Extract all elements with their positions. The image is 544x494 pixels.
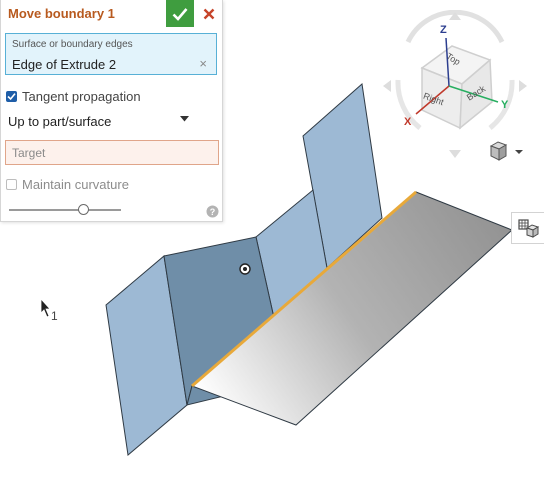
- check-icon: [172, 7, 188, 21]
- chevron-down-icon: [515, 150, 523, 154]
- display-mode-icon: [489, 141, 523, 161]
- target-field[interactable]: Target: [5, 140, 219, 165]
- end-type-value: Up to part/surface: [8, 114, 112, 129]
- svg-text:?: ?: [210, 207, 216, 217]
- close-icon: [203, 8, 215, 19]
- selection-field[interactable]: Surface or boundary edges Edge of Extrud…: [5, 33, 217, 75]
- slider-track: [9, 209, 121, 211]
- mouse-pointer-icon: [40, 297, 51, 318]
- tangent-propagation-label: Tangent propagation: [22, 88, 141, 104]
- move-boundary-dialog: Move boundary 1 Surface or boundary edge…: [0, 0, 223, 222]
- slider-thumb[interactable]: [78, 204, 89, 215]
- tangent-propagation-row[interactable]: Tangent propagation: [6, 88, 141, 104]
- view-tools-button[interactable]: [511, 212, 544, 244]
- dialog-title: Move boundary 1: [8, 6, 115, 21]
- view-cube[interactable]: Z X Y Top Right Back: [380, 9, 530, 160]
- dialog-header: Move boundary 1: [1, 0, 222, 27]
- curvature-slider[interactable]: [9, 203, 123, 217]
- chevron-down-icon: [180, 116, 189, 122]
- maintain-curvature-checkbox[interactable]: [6, 178, 17, 190]
- help-icon[interactable]: ?: [206, 205, 219, 218]
- accept-button[interactable]: [166, 0, 194, 27]
- view-tools-icon: [518, 219, 540, 238]
- cursor-index-label: 1: [51, 309, 58, 323]
- display-mode-button[interactable]: [488, 140, 526, 164]
- view-cube-graphic: [383, 9, 527, 158]
- mate-connector-icon[interactable]: [239, 263, 251, 275]
- maintain-curvature-label: Maintain curvature: [22, 176, 129, 192]
- axis-y-label: Y: [501, 99, 509, 111]
- cancel-button[interactable]: [196, 0, 222, 27]
- end-type-dropdown[interactable]: Up to part/surface: [7, 112, 195, 132]
- clear-selection-icon[interactable]: ×: [199, 56, 207, 71]
- maintain-curvature-row[interactable]: Maintain curvature: [6, 176, 129, 192]
- target-placeholder: Target: [12, 146, 46, 160]
- selection-field-label: Surface or boundary edges: [12, 39, 133, 50]
- tangent-propagation-checkbox[interactable]: [6, 90, 17, 102]
- axis-z-label: Z: [440, 24, 447, 36]
- selected-entity[interactable]: Edge of Extrude 2: [12, 57, 116, 72]
- axis-x-label: X: [404, 116, 412, 128]
- checkmark-icon: [7, 92, 16, 100]
